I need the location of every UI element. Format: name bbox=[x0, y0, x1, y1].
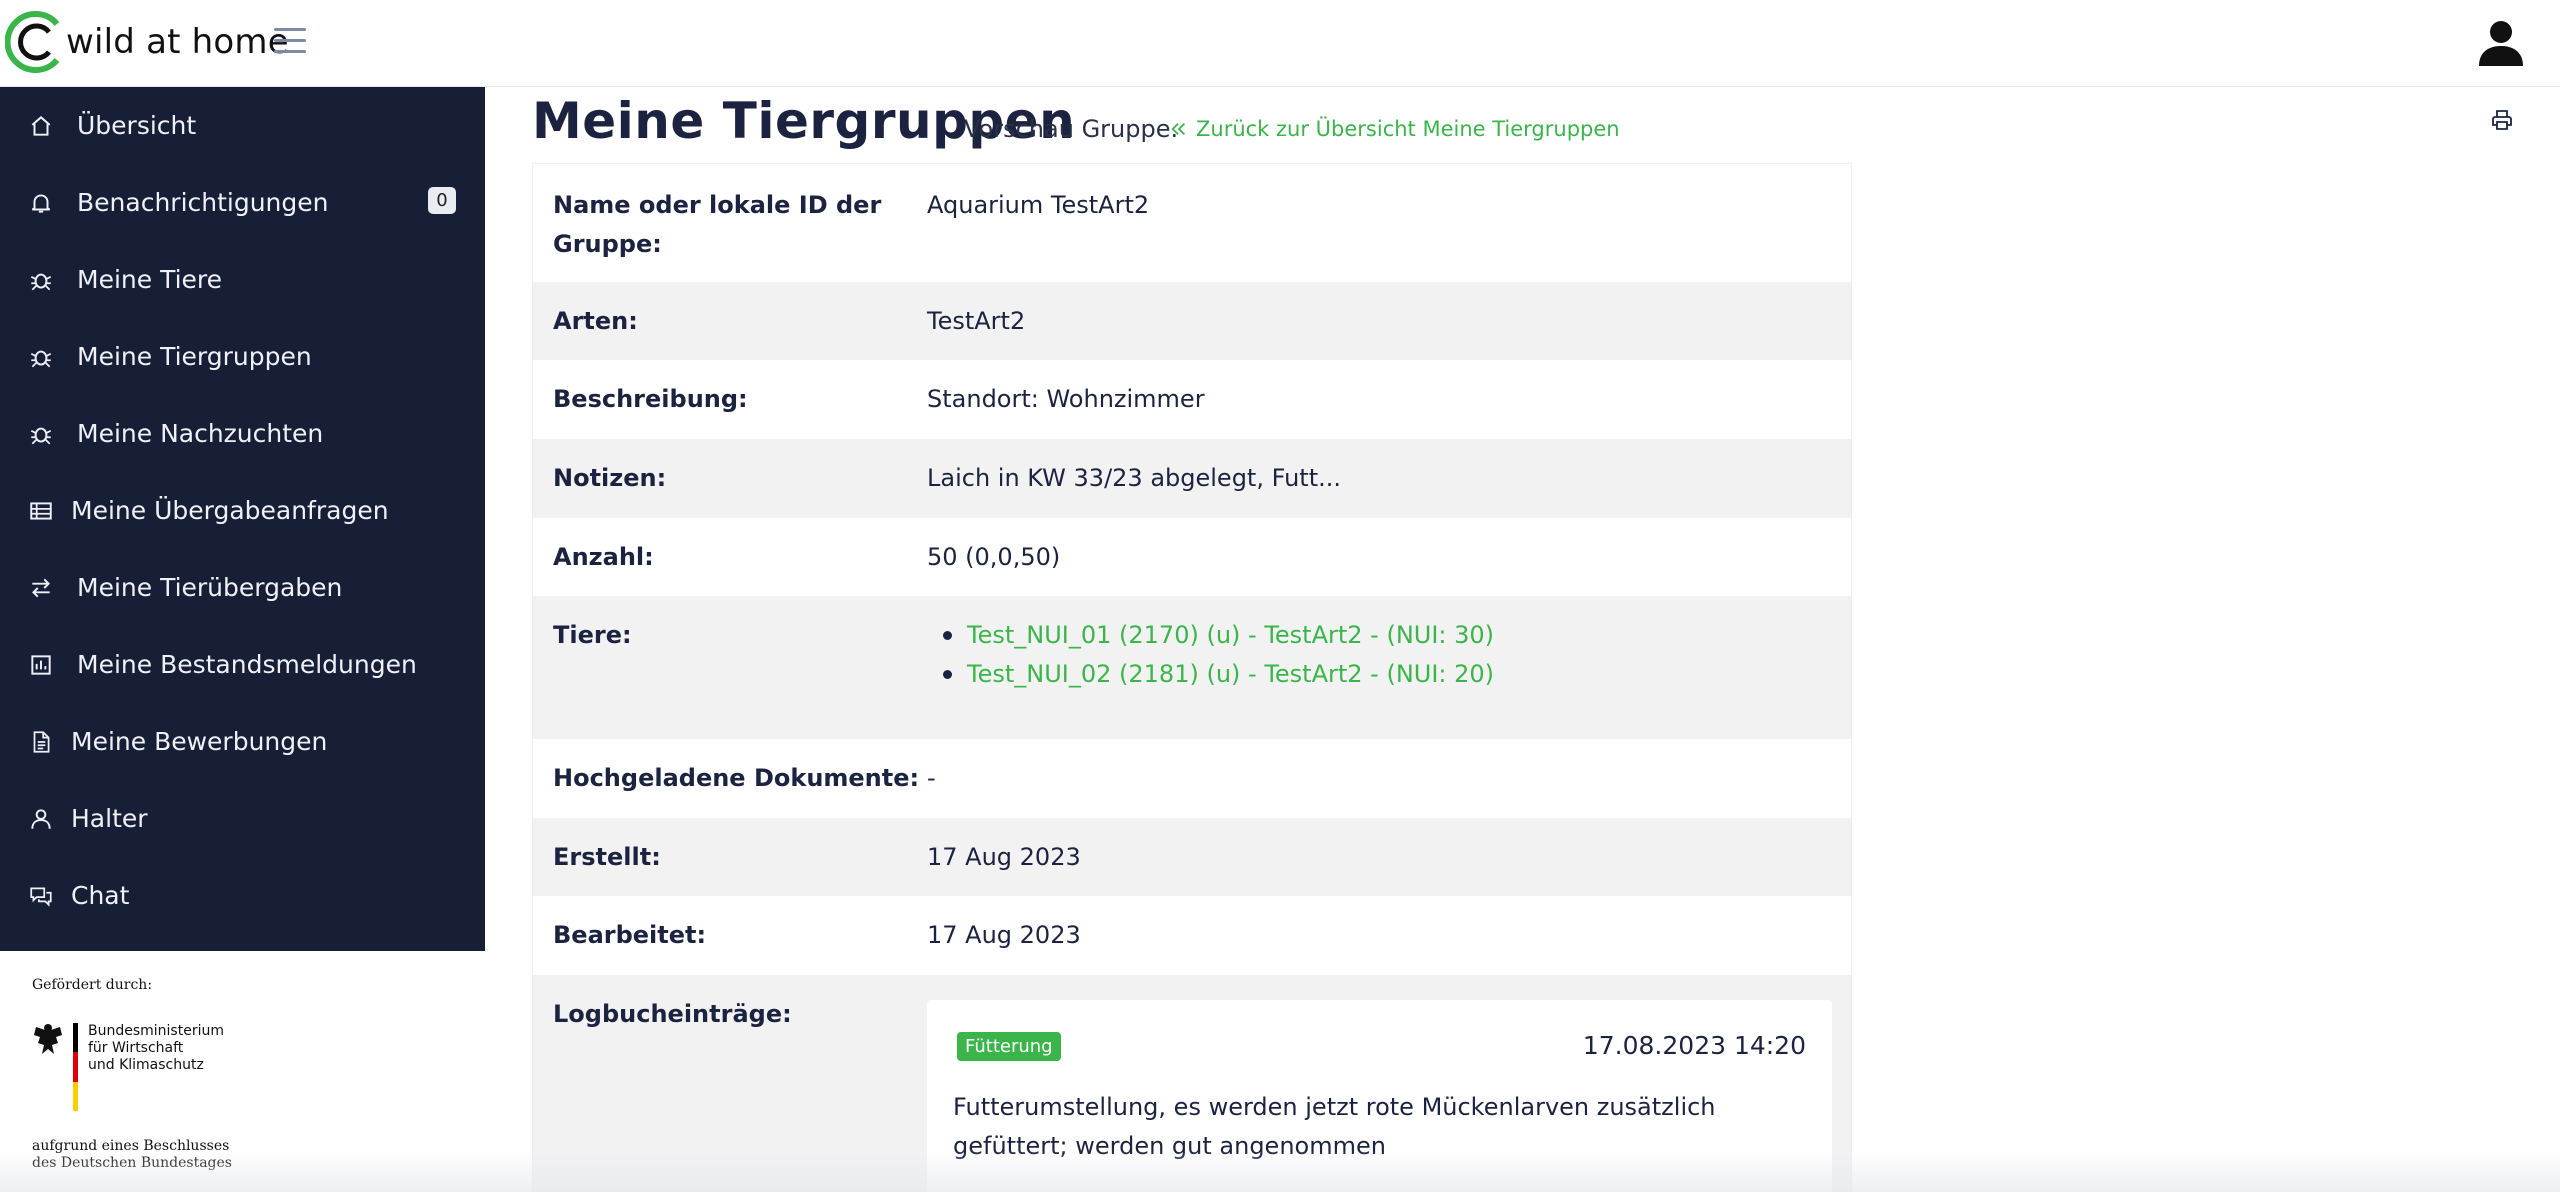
print-icon[interactable] bbox=[2490, 108, 2514, 132]
row-key: Notizen: bbox=[553, 464, 667, 492]
row-key: Logbucheinträge: bbox=[553, 1000, 792, 1028]
sidebar-item-label: Chat bbox=[71, 881, 130, 910]
brand-name[interactable]: wild at home bbox=[66, 22, 289, 62]
row-count: Anzahl: 50 (0,0,50) bbox=[533, 518, 1851, 596]
sidebar-item-label: Meine Nachzuchten bbox=[77, 419, 324, 448]
log-datetime: 17.08.2023 14:20 bbox=[1582, 1031, 1806, 1060]
sidebar: Übersicht Benachrichtigungen 0 Meine Tie… bbox=[0, 87, 485, 951]
row-value: - bbox=[927, 764, 936, 792]
notification-count-badge: 0 bbox=[428, 187, 456, 214]
user-account-icon[interactable] bbox=[2476, 18, 2526, 68]
row-value: TestArt2 bbox=[927, 307, 1026, 335]
sidebar-item-transfers[interactable]: Meine Tierübergaben bbox=[0, 549, 485, 626]
animal-link[interactable]: Test_NUI_02 (2181) (u) - TestArt2 - (NUI… bbox=[943, 655, 1494, 694]
sidebar-item-label: Meine Tiergruppen bbox=[77, 342, 312, 371]
sidebar-item-label: Benachrichtigungen bbox=[77, 188, 329, 217]
row-value: Aquarium TestArt2 bbox=[927, 191, 1150, 219]
row-value: 17 Aug 2023 bbox=[927, 921, 1081, 949]
row-documents: Hochgeladene Dokumente: - bbox=[533, 739, 1851, 818]
row-description: Beschreibung: Standort: Wohnzimmer bbox=[533, 360, 1851, 439]
transfer-icon bbox=[32, 578, 50, 598]
sidebar-item-my-animal-groups[interactable]: Meine Tiergruppen bbox=[0, 318, 485, 395]
sidebar-item-keeper[interactable]: Halter bbox=[0, 780, 485, 857]
sidebar-item-chat[interactable]: Chat bbox=[0, 857, 485, 934]
logo-icon[interactable] bbox=[5, 8, 69, 76]
animal-link[interactable]: Test_NUI_01 (2170) (u) - TestArt2 - (NUI… bbox=[943, 616, 1494, 655]
sidebar-item-stock-reports[interactable]: Meine Bestandsmeldungen bbox=[0, 626, 485, 703]
chart-icon bbox=[31, 655, 51, 675]
row-key: Arten: bbox=[553, 307, 638, 335]
row-group-name: Name oder lokale ID der Gruppe: Aquarium… bbox=[533, 164, 1851, 282]
row-created: Erstellt: 17 Aug 2023 bbox=[533, 818, 1851, 896]
sidebar-item-label: Halter bbox=[71, 804, 148, 833]
sidebar-item-label: Meine Bewerbungen bbox=[71, 727, 328, 756]
sidebar-item-applications[interactable]: Meine Bewerbungen bbox=[0, 703, 485, 780]
row-key: Hochgeladene Dokumente: bbox=[553, 764, 920, 792]
sidebar-item-notifications[interactable]: Benachrichtigungen bbox=[0, 164, 485, 241]
animal-list: Test_NUI_01 (2170) (u) - TestArt2 - (NUI… bbox=[943, 616, 1494, 694]
german-flag-stripe bbox=[73, 1023, 78, 1111]
sidebar-item-overview[interactable]: Übersicht bbox=[0, 87, 485, 164]
row-value: 17 Aug 2023 bbox=[927, 843, 1081, 871]
document-icon bbox=[33, 731, 50, 753]
back-link-label: Zurück zur Übersicht Meine Tiergruppen bbox=[1196, 117, 1620, 141]
sidebar-item-label: Übersicht bbox=[77, 111, 197, 140]
menu-toggle-icon[interactable] bbox=[274, 28, 306, 56]
sidebar-item-label: Meine Tierübergaben bbox=[77, 573, 343, 602]
bug-icon bbox=[30, 427, 52, 445]
row-species: Arten: TestArt2 bbox=[533, 282, 1851, 360]
bug-icon bbox=[30, 350, 52, 368]
row-key: Tiere: bbox=[553, 621, 632, 649]
bug-icon bbox=[30, 273, 52, 291]
group-detail-table: Name oder lokale ID der Gruppe: Aquarium… bbox=[532, 163, 1852, 1192]
sidebar-item-label: Meine Tiere bbox=[77, 265, 223, 294]
home-icon bbox=[31, 116, 51, 136]
row-edited: Bearbeitet: 17 Aug 2023 bbox=[533, 896, 1851, 975]
log-entry-card: Fütterung 17.08.2023 14:20 Futterumstell… bbox=[927, 1000, 1832, 1192]
row-notes: Notizen: Laich in KW 33/23 abgelegt, Fut… bbox=[533, 439, 1851, 518]
row-value: 50 (0,0,50) bbox=[927, 543, 1061, 571]
row-key: Erstellt: bbox=[553, 843, 661, 871]
sidebar-item-label: Meine Übergabeanfragen bbox=[71, 496, 389, 525]
ministry-name: Bundesministerium für Wirtschaft und Kli… bbox=[88, 1023, 224, 1073]
sidebar-item-transfer-requests[interactable]: Meine Übergabeanfragen bbox=[0, 472, 485, 549]
row-value: Laich in KW 33/23 abgelegt, Futt... bbox=[927, 464, 1342, 492]
top-bar: wild at home bbox=[0, 0, 2560, 87]
chat-icon bbox=[30, 887, 52, 907]
bell-icon bbox=[31, 194, 51, 213]
double-chevron-left-icon bbox=[1171, 122, 1186, 136]
sidebar-item-my-offspring[interactable]: Meine Nachzuchten bbox=[0, 395, 485, 472]
row-value: Standort: Wohnzimmer bbox=[927, 385, 1205, 413]
row-key: Beschreibung: bbox=[553, 385, 748, 413]
federal-eagle-icon bbox=[34, 1024, 62, 1054]
log-category-badge: Fütterung bbox=[957, 1032, 1061, 1061]
row-animals: Tiere: Test_NUI_01 (2170) (u) - TestArt2… bbox=[533, 596, 1851, 739]
back-to-overview-link[interactable]: Zurück zur Übersicht Meine Tiergruppen bbox=[1170, 117, 1620, 141]
sidebar-item-label: Meine Bestandsmeldungen bbox=[77, 650, 417, 679]
funded-by-label: Gefördert durch: bbox=[32, 977, 153, 993]
row-key: Bearbeitet: bbox=[553, 921, 707, 949]
row-key: Anzahl: bbox=[553, 543, 654, 571]
page-subtitle: Vorschau Gruppe. bbox=[964, 115, 1179, 143]
log-text: Futterumstellung, es werden jetzt rote M… bbox=[953, 1093, 1716, 1160]
user-icon bbox=[31, 809, 51, 829]
row-logbook: Logbucheinträge: Fütterung 17.08.2023 14… bbox=[533, 975, 1851, 1192]
sidebar-item-my-animals[interactable]: Meine Tiere bbox=[0, 241, 485, 318]
resolution-note: aufgrund eines Beschlusses des Deutschen… bbox=[32, 1138, 232, 1171]
table-icon bbox=[30, 502, 52, 520]
row-key: Name oder lokale ID der Gruppe: bbox=[553, 191, 882, 258]
sponsor-block: Gefördert durch: Bundesministerium für W… bbox=[0, 951, 485, 1192]
